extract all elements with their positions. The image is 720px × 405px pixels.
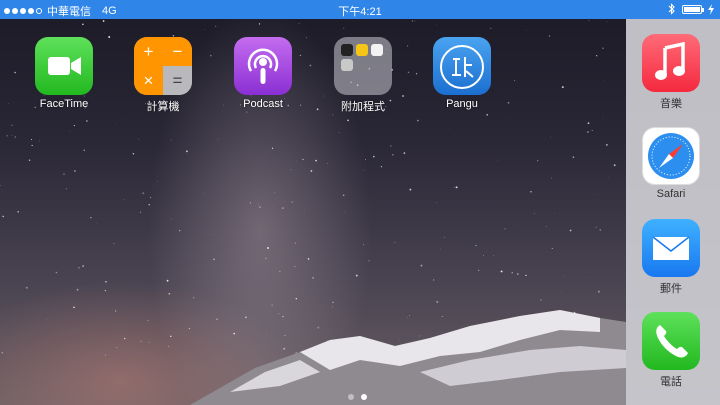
plus-symbol: +	[134, 37, 163, 66]
app-label: Safari	[656, 188, 686, 200]
equals-symbol: =	[163, 66, 192, 95]
mini-app-icon	[341, 59, 353, 71]
minus-symbol: −	[163, 37, 192, 66]
page-indicator[interactable]	[348, 394, 367, 400]
times-symbol: ×	[134, 66, 163, 95]
app-podcast[interactable]: Podcast	[228, 37, 298, 110]
compass-icon	[642, 127, 700, 185]
video-camera-icon	[35, 37, 93, 95]
mini-app-icon	[356, 44, 368, 56]
charging-bolt-icon	[708, 3, 714, 15]
pangu-icon	[433, 37, 491, 95]
page-dot[interactable]	[348, 394, 354, 400]
dock-app-safari[interactable]: Safari	[636, 127, 706, 200]
clock: 下午4:21	[338, 6, 382, 18]
app-calculator[interactable]: + − × = 計算機	[128, 37, 198, 114]
app-label: 郵件	[660, 283, 682, 295]
mini-app-icon	[341, 44, 353, 56]
calculator-icon: + − × =	[134, 37, 192, 95]
envelope-icon	[642, 219, 700, 277]
phone-icon	[642, 312, 700, 370]
app-folder[interactable]: 附加程式	[328, 37, 398, 114]
page-dot[interactable]	[361, 394, 367, 400]
music-note-icon	[642, 34, 700, 92]
mini-app-icon	[371, 44, 383, 56]
app-label: FaceTime	[39, 98, 89, 110]
app-label: 附加程式	[341, 101, 385, 113]
app-label: Podcast	[243, 98, 283, 110]
status-bar: 中華電信 4G 下午4:21	[0, 0, 720, 19]
app-label: 電話	[660, 376, 682, 388]
app-facetime[interactable]: FaceTime	[29, 37, 99, 110]
app-label: 計算機	[146, 101, 180, 113]
dock-app-music[interactable]: 音樂	[636, 34, 706, 111]
bluetooth-icon	[668, 3, 675, 15]
podcast-icon	[234, 37, 292, 95]
dock-app-phone[interactable]: 電話	[636, 312, 706, 389]
app-label: Pangu	[446, 98, 478, 110]
folder-icon	[334, 37, 392, 95]
app-label: 音樂	[660, 98, 682, 110]
battery-icon	[682, 4, 704, 14]
dock-app-mail[interactable]: 郵件	[636, 219, 706, 296]
app-pangu[interactable]: Pangu	[427, 37, 497, 110]
